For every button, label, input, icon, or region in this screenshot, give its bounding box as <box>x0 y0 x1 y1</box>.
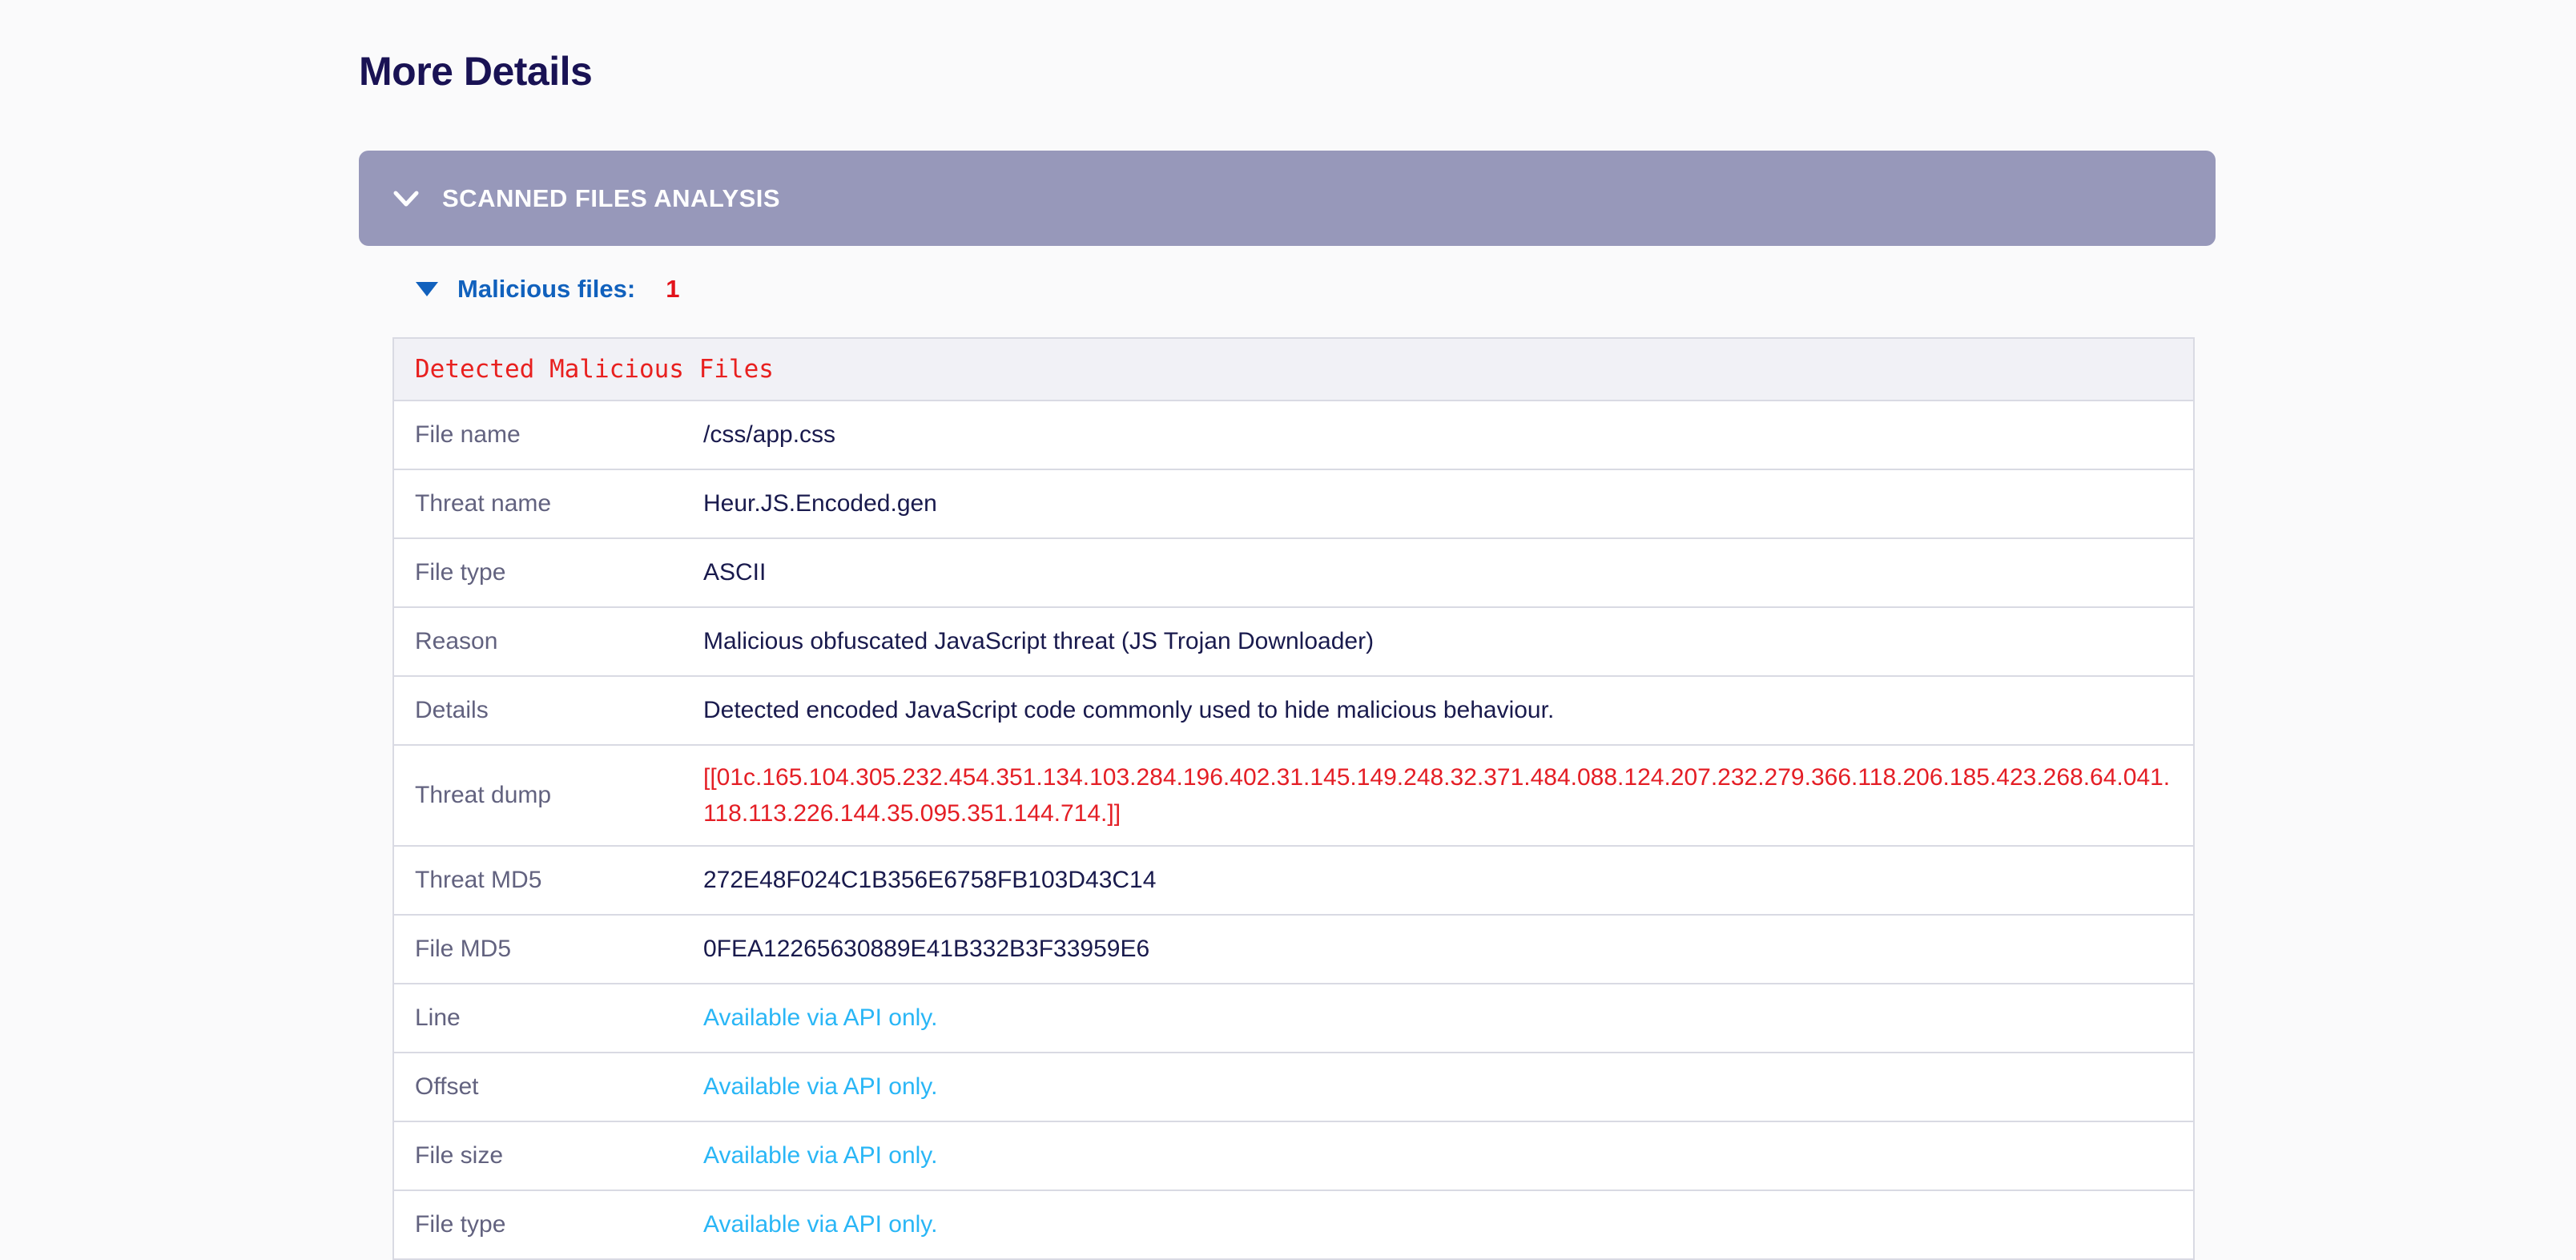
row-value: ASCII <box>703 538 2194 607</box>
more-details-page: More Details SCANNED FILES ANALYSIS Mali… <box>0 0 2576 1260</box>
table-row: File sizeAvailable via API only. <box>393 1121 2194 1190</box>
chevron-down-icon <box>392 189 420 208</box>
row-value: 0FEA12265630889E41B332B3F33959E6 <box>703 915 2194 984</box>
row-value: Available via API only. <box>703 1053 2194 1121</box>
row-value: Available via API only. <box>703 1121 2194 1190</box>
table-row: File typeASCII <box>393 538 2194 607</box>
row-label: Details <box>393 676 703 745</box>
row-value: Heur.JS.Encoded.gen <box>703 469 2194 538</box>
row-label: File type <box>393 538 703 607</box>
row-label: Threat dump <box>393 745 703 846</box>
row-label: Line <box>393 984 703 1053</box>
row-label: Reason <box>393 607 703 676</box>
table-header-row: Detected Malicious Files <box>393 338 2194 401</box>
table-row: File typeAvailable via API only. <box>393 1190 2194 1259</box>
scanned-files-analysis-accordion[interactable]: SCANNED FILES ANALYSIS <box>359 151 2216 246</box>
row-label: File MD5 <box>393 915 703 984</box>
malicious-files-toggle[interactable]: Malicious files: 1 <box>416 275 2576 304</box>
malicious-file-details-table: Detected Malicious Files File name/css/a… <box>392 337 2195 1260</box>
table-row: OffsetAvailable via API only. <box>393 1053 2194 1121</box>
row-value: Available via API only. <box>703 984 2194 1053</box>
triangle-down-icon <box>416 282 438 296</box>
row-label: File name <box>393 401 703 469</box>
row-label: Offset <box>393 1053 703 1121</box>
row-value: Detected encoded JavaScript code commonl… <box>703 676 2194 745</box>
row-label: Threat MD5 <box>393 846 703 915</box>
row-value: /css/app.css <box>703 401 2194 469</box>
table-row: DetailsDetected encoded JavaScript code … <box>393 676 2194 745</box>
table-row: Threat MD5272E48F024C1B356E6758FB103D43C… <box>393 846 2194 915</box>
row-value: Available via API only. <box>703 1190 2194 1259</box>
table-row: LineAvailable via API only. <box>393 984 2194 1053</box>
table-row: Threat nameHeur.JS.Encoded.gen <box>393 469 2194 538</box>
row-value: Malicious obfuscated JavaScript threat (… <box>703 607 2194 676</box>
table-row: File name/css/app.css <box>393 401 2194 469</box>
row-label: File type <box>393 1190 703 1259</box>
table-row: Threat dump[[01c.165.104.305.232.454.351… <box>393 745 2194 846</box>
malicious-files-label: Malicious files: <box>457 275 635 304</box>
page-title: More Details <box>359 48 2576 95</box>
table-row: File MD50FEA12265630889E41B332B3F33959E6 <box>393 915 2194 984</box>
table-row: ReasonMalicious obfuscated JavaScript th… <box>393 607 2194 676</box>
row-label: Threat name <box>393 469 703 538</box>
row-value: 272E48F024C1B356E6758FB103D43C14 <box>703 846 2194 915</box>
row-value: [[01c.165.104.305.232.454.351.134.103.28… <box>703 745 2194 846</box>
accordion-title: SCANNED FILES ANALYSIS <box>442 184 780 213</box>
malicious-files-count: 1 <box>666 275 679 304</box>
row-label: File size <box>393 1121 703 1190</box>
table-title: Detected Malicious Files <box>393 338 2194 401</box>
